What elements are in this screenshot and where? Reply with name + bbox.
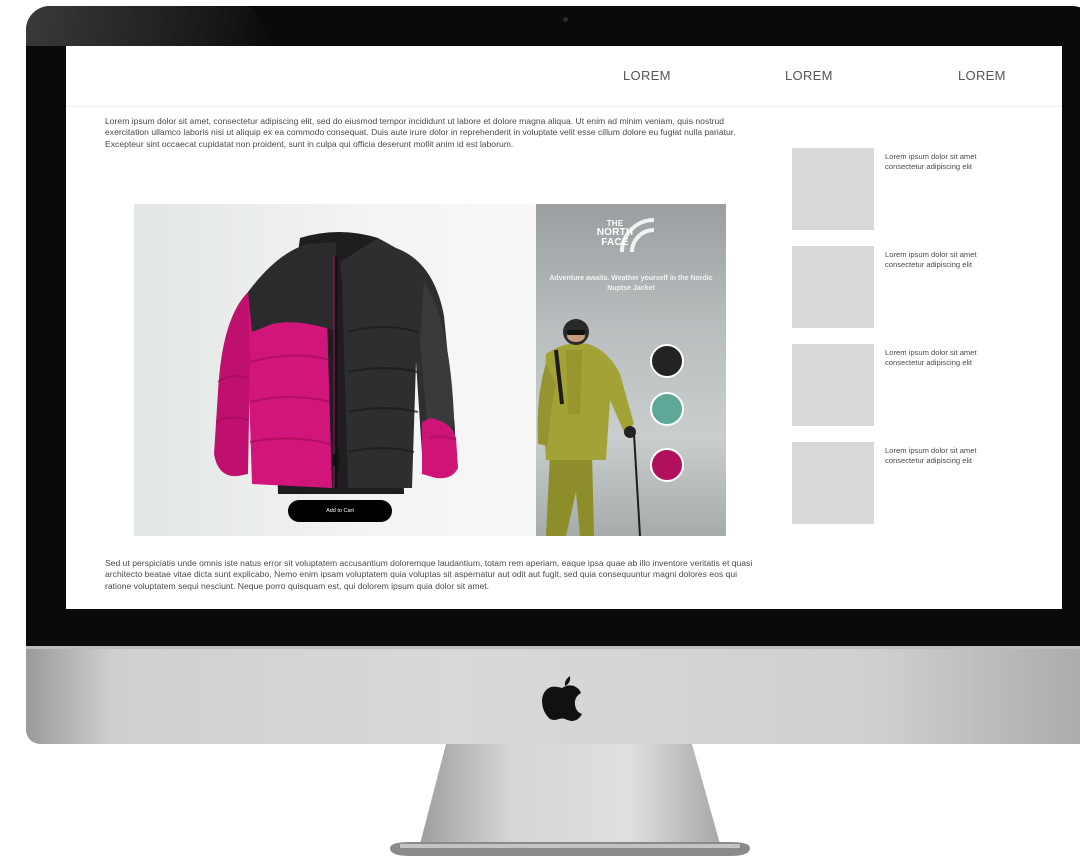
bezel-reflection	[26, 6, 276, 46]
top-navigation: LOREM LOREM LOREM	[66, 46, 1062, 107]
nav-link-1[interactable]: LOREM	[623, 68, 671, 83]
sidebar-card-2[interactable]: Lorem ipsum dolor sit amet consectetur a…	[792, 246, 1022, 328]
chin-divider	[26, 646, 1080, 649]
imac-mockup: LOREM LOREM LOREM Lorem ipsum dolor sit …	[0, 0, 1080, 866]
swatch-pink[interactable]	[650, 448, 684, 482]
monitor-stand	[390, 744, 750, 856]
sidebar-card-3[interactable]: Lorem ipsum dolor sit amet consectetur a…	[792, 344, 1022, 426]
brand-arc-icon	[620, 218, 655, 252]
sidebar-card-text: Lorem ipsum dolor sit amet consectetur a…	[885, 446, 977, 466]
product-banner: Add to Cart THE NORTH FACE Adventure awa…	[134, 204, 726, 536]
hiker-photo	[537, 319, 641, 536]
sidebar-card-1[interactable]: Lorem ipsum dolor sit amet consectetur a…	[792, 148, 1022, 230]
banner-tagline: Adventure awaits. Weather yourself in th…	[549, 275, 713, 292]
sidebar-card-text: Lorem ipsum dolor sit amet consectetur a…	[885, 348, 977, 368]
swatch-teal[interactable]	[650, 392, 684, 426]
sidebar-card-text: Lorem ipsum dolor sit amet consectetur a…	[885, 152, 977, 172]
add-to-cart-button[interactable]: Add to Cart	[288, 500, 392, 522]
sidebar-card-text: Lorem ipsum dolor sit amet consectetur a…	[885, 250, 977, 270]
sidebar-thumbnail	[792, 246, 874, 328]
nav-link-2[interactable]: LOREM	[785, 68, 833, 83]
puffer-jacket-image	[214, 232, 458, 494]
sidebar-thumbnail	[792, 344, 874, 426]
sidebar-thumbnail	[792, 148, 874, 230]
outro-paragraph: Sed ut perspiciatis unde omnis iste natu…	[105, 558, 753, 591]
apple-logo-icon	[542, 676, 582, 721]
swatch-black[interactable]	[650, 344, 684, 378]
nav-link-3[interactable]: LOREM	[958, 68, 1006, 83]
camera-dot	[563, 17, 568, 22]
sidebar-thumbnail	[792, 442, 874, 524]
intro-paragraph: Lorem ipsum dolor sit amet, consectetur …	[105, 116, 736, 149]
sidebar-card-4[interactable]: Lorem ipsum dolor sit amet consectetur a…	[792, 442, 1022, 524]
website-screen: LOREM LOREM LOREM Lorem ipsum dolor sit …	[66, 46, 1062, 609]
